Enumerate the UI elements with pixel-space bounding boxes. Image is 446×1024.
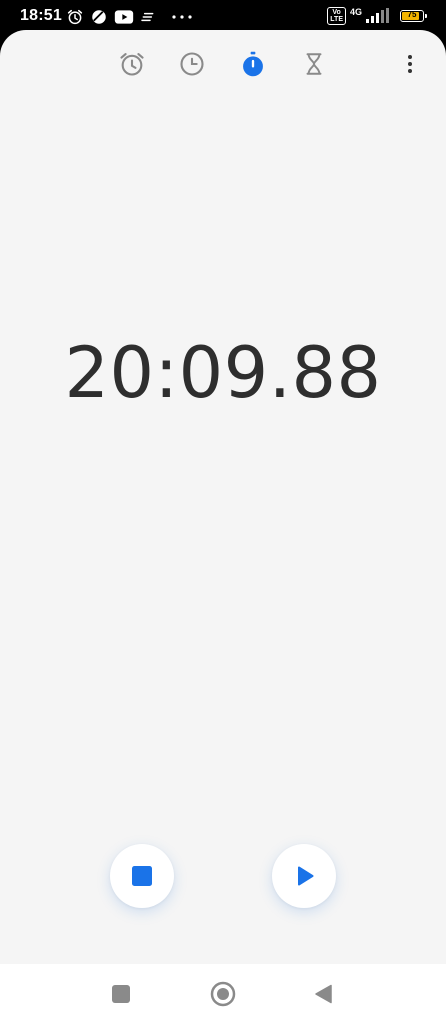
- resume-button[interactable]: [272, 844, 336, 908]
- clock-icon: [180, 52, 204, 76]
- alarm-icon: [67, 9, 83, 25]
- notes-icon: [141, 12, 154, 22]
- system-icons: Vo LTE 4G 75: [327, 6, 427, 26]
- network-type: 4G: [349, 7, 362, 17]
- more-notifications-icon: [172, 15, 192, 19]
- more-options-button[interactable]: [398, 46, 422, 82]
- tab-stopwatch[interactable]: [233, 44, 273, 84]
- battery-icon: 75: [400, 10, 427, 22]
- square-icon: [112, 985, 130, 1003]
- back-button[interactable]: [310, 980, 338, 1008]
- battery-level: 75: [407, 10, 417, 19]
- circle-icon: [210, 981, 236, 1007]
- stopwatch-icon: [243, 51, 263, 77]
- stopwatch-screen: 20:09.88: [0, 30, 446, 964]
- signal-icon: [366, 8, 389, 23]
- stop-icon: [132, 866, 152, 886]
- hourglass-icon: [306, 53, 322, 75]
- more-dot: [408, 69, 412, 73]
- notification-icons: [66, 7, 194, 27]
- more-dot: [408, 62, 412, 66]
- youtube-icon: [114, 10, 134, 24]
- tab-clock[interactable]: [172, 44, 212, 84]
- tab-timer[interactable]: [294, 44, 334, 84]
- status-time: 18:51: [20, 7, 62, 24]
- play-icon: [297, 866, 314, 886]
- alarm-clock-icon: [120, 53, 144, 76]
- elapsed-time: 20:09.88: [64, 332, 382, 414]
- triangle-back-icon: [315, 984, 332, 1004]
- navigation-bar: [0, 964, 446, 1024]
- volte-badge: Vo LTE: [327, 7, 346, 25]
- home-button[interactable]: [209, 980, 237, 1008]
- recents-button[interactable]: [107, 980, 135, 1008]
- more-dot: [408, 55, 412, 59]
- status-bar: 18:51 Vo LTE 4G 75: [0, 0, 446, 32]
- stop-button[interactable]: [110, 844, 174, 908]
- tab-alarm[interactable]: [112, 44, 152, 84]
- data-saver-icon: [92, 10, 106, 24]
